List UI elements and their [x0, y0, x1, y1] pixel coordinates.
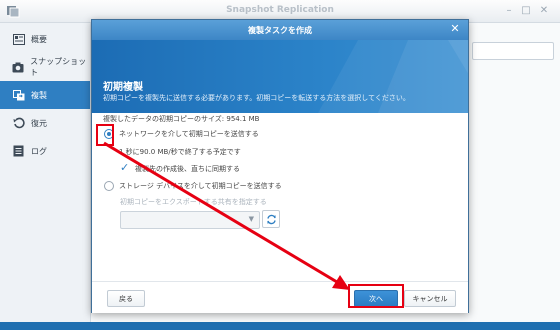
sync-checkbox[interactable]: ✓: [120, 162, 131, 173]
sidebar-item-snapshot[interactable]: スナップショット: [0, 53, 90, 81]
initial-copy-size: 複製したデータの初期コピーのサイズ: 954.1 MB: [103, 115, 260, 123]
sync-label: 複製先の作成後、直ちに同期する: [135, 165, 240, 173]
sidebar-item-log[interactable]: ログ: [0, 137, 90, 165]
refresh-button[interactable]: [262, 210, 280, 228]
transfer-estimate: 1 秒に90.0 MB/秒で終了する予定です: [119, 148, 241, 156]
close-icon[interactable]: ✕: [538, 5, 550, 17]
storage-radio[interactable]: [104, 181, 114, 191]
search-input[interactable]: [472, 42, 554, 60]
sidebar: 概要 スナップショット 複製 復元 ログ: [0, 23, 91, 322]
sidebar-item-label: スナップショット: [30, 57, 87, 77]
banner-title: 初期複製: [103, 82, 143, 93]
network-option-label[interactable]: ネットワークを介して初期コピーを送信する: [119, 129, 259, 139]
sidebar-item-label: 概要: [31, 34, 47, 44]
app-title: Snapshot Replication: [226, 5, 334, 15]
dialog-banner: 初期複製 初期コピーを複製先に送信する必要があります。初期コピーを転送する方法を…: [92, 40, 468, 113]
network-radio[interactable]: [104, 129, 114, 139]
overview-icon: [12, 33, 25, 46]
dialog-footer: 戻る 次へ キャンセル: [92, 281, 468, 313]
close-icon[interactable]: ✕: [449, 23, 461, 35]
refresh-icon: [266, 214, 276, 224]
export-share-select[interactable]: ▼: [120, 211, 260, 229]
dialog-titlebar: 複製タスクを作成 ✕: [92, 20, 468, 40]
cancel-button[interactable]: キャンセル: [404, 290, 456, 307]
chevron-down-icon: ▼: [248, 215, 254, 223]
back-button[interactable]: 戻る: [107, 290, 145, 307]
sidebar-item-label: 複製: [31, 90, 47, 100]
minimize-icon[interactable]: –: [503, 5, 515, 17]
banner-subtitle: 初期コピーを複製先に送信する必要があります。初期コピーを転送する方法を選択してく…: [103, 94, 410, 102]
next-button[interactable]: 次へ: [354, 290, 398, 307]
restore-icon: [12, 117, 25, 130]
camera-icon: [12, 61, 24, 74]
sidebar-item-label: ログ: [31, 146, 47, 156]
sidebar-item-label: 復元: [31, 118, 47, 128]
maximize-icon[interactable]: □: [520, 5, 532, 17]
export-share-label: 初期コピーをエクスポートする共有を指定する: [120, 198, 267, 206]
log-icon: [12, 145, 25, 158]
storage-option-label[interactable]: ストレージ デバイスを介して初期コピーを送信する: [119, 181, 282, 191]
create-replication-task-dialog: 複製タスクを作成 ✕ 初期複製 初期コピーを複製先に送信する必要があります。初期…: [91, 19, 469, 313]
desktop-background: [0, 322, 560, 330]
sidebar-item-restore[interactable]: 復元: [0, 109, 90, 137]
dialog-title: 複製タスクを作成: [248, 26, 312, 35]
sidebar-item-overview[interactable]: 概要: [0, 25, 90, 53]
replication-icon: [12, 89, 25, 102]
sidebar-item-replication[interactable]: 複製: [0, 81, 90, 109]
